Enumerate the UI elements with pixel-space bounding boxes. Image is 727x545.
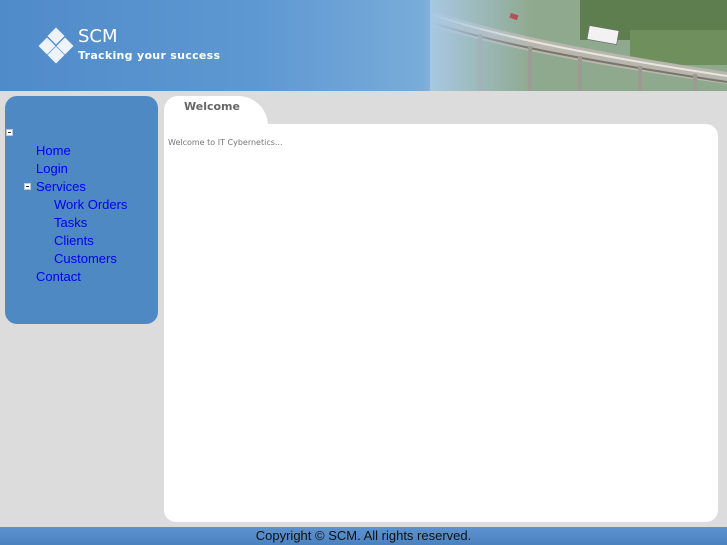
nav-clients-link[interactable]: Clients — [54, 233, 94, 249]
tab-welcome-label: Welcome — [184, 100, 240, 113]
footer: Copyright © SCM. All rights reserved. — [0, 527, 727, 545]
brand-name: SCM — [78, 26, 118, 47]
content-panel — [164, 124, 718, 522]
nav-tree: Home Login Services Work Orders Tasks Cl… — [5, 96, 158, 324]
nav-customers-link[interactable]: Customers — [54, 251, 117, 267]
nav-services-link[interactable]: Services — [36, 179, 86, 195]
logo-diamond-icon — [38, 27, 74, 64]
header-banner: SCM Tracking your success — [0, 0, 727, 91]
nav-work-orders-link[interactable]: Work Orders — [54, 197, 127, 213]
nav-login-link[interactable]: Login — [36, 161, 68, 177]
brand-tagline: Tracking your success — [78, 49, 221, 62]
services-collapse-icon[interactable] — [24, 183, 31, 190]
sidebar-nav: Home Login Services Work Orders Tasks Cl… — [5, 96, 158, 324]
welcome-message: Welcome to IT Cybernetics... — [168, 138, 283, 147]
nav-tasks-link[interactable]: Tasks — [54, 215, 87, 231]
tab-welcome[interactable]: Welcome — [164, 96, 268, 126]
nav-contact-link[interactable]: Contact — [36, 269, 81, 285]
highway-bridge-image — [430, 0, 727, 91]
nav-home-link[interactable]: Home — [36, 143, 71, 159]
copyright-text: Copyright © SCM. All rights reserved. — [255, 528, 472, 543]
tree-root-collapse-icon[interactable] — [6, 129, 13, 136]
